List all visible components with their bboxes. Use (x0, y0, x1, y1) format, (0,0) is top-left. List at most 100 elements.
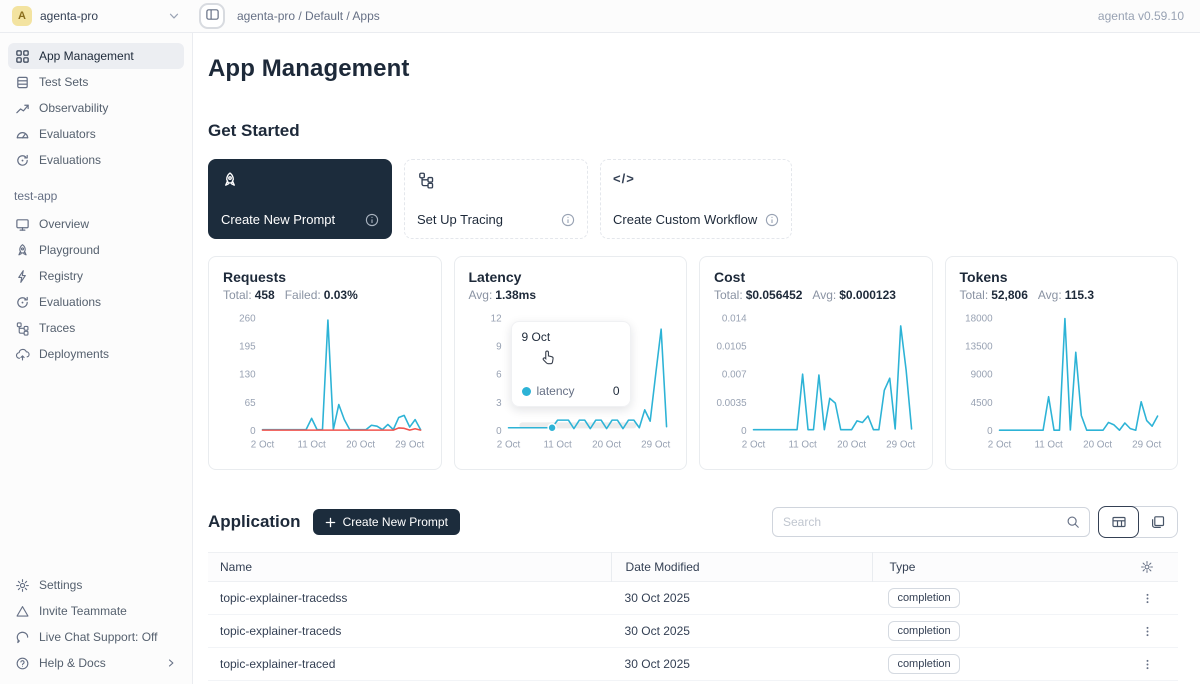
sidebar-item-evaluators[interactable]: Evaluators (8, 121, 184, 147)
tooltip-series-name: latency (537, 384, 575, 398)
tooltip-series-row: latency 0 (522, 384, 620, 398)
sidebar-item-label: Registry (39, 269, 83, 283)
sidebar-section-label: test-app (14, 189, 184, 203)
svg-text:0: 0 (496, 426, 502, 437)
sidebar-item-test-sets[interactable]: Test Sets (8, 69, 184, 95)
table-row[interactable]: topic-explainer-traceds 30 Oct 2025 comp… (208, 615, 1178, 648)
svg-text:20 Oct: 20 Oct (346, 439, 375, 450)
app-name: topic-explainer-tracedss (208, 591, 611, 605)
view-toggle (1098, 506, 1178, 538)
plus-icon (325, 517, 336, 528)
chart-stats: Total:52,806 Avg:115.3 (960, 288, 1164, 302)
svg-text:0.0035: 0.0035 (716, 398, 747, 409)
monitor-icon (15, 217, 30, 232)
get-started-cards: Create New Prompt Set Up Tracing </> Cre… (208, 159, 1178, 239)
grid-icon (15, 49, 30, 64)
tokens-chart-card: Tokens Total:52,806 Avg:115.3 0450090001… (945, 256, 1179, 470)
sidebar-item-overview[interactable]: Overview (8, 211, 184, 237)
workspace-selector[interactable]: A agenta-pro (0, 6, 193, 26)
card-view-icon (1150, 514, 1166, 530)
sidebar-item-settings[interactable]: Settings (8, 572, 184, 598)
column-header-date-modified[interactable]: Date Modified (611, 552, 873, 582)
chat-bubble-icon (15, 630, 30, 645)
gear-icon (15, 578, 30, 593)
create-custom-workflow-card[interactable]: </> Create Custom Workflow (600, 159, 792, 239)
help-circle-icon (15, 656, 30, 671)
sidebar-item-help-docs[interactable]: Help & Docs (8, 650, 184, 676)
chart-title: Requests (223, 269, 427, 285)
svg-text:29 Oct: 29 Oct (395, 439, 424, 450)
chart-title: Cost (714, 269, 918, 285)
create-new-prompt-button[interactable]: Create New Prompt (313, 509, 460, 535)
chevron-right-icon (165, 657, 177, 669)
info-icon[interactable] (365, 213, 379, 227)
set-up-tracing-card[interactable]: Set Up Tracing (404, 159, 588, 239)
svg-text:0: 0 (987, 426, 993, 437)
row-menu-button[interactable] (1139, 623, 1156, 640)
info-icon[interactable] (765, 213, 779, 227)
app-name: topic-explainer-traced (208, 657, 611, 671)
series-dot-icon (522, 387, 531, 396)
cost-chart-card: Cost Total:$0.056452 Avg:$0.000123 00.00… (699, 256, 933, 470)
application-heading: Application (208, 512, 301, 532)
kebab-icon (1141, 658, 1154, 671)
card-view-button[interactable] (1138, 507, 1177, 537)
svg-text:0: 0 (250, 426, 256, 437)
svg-text:11 Oct: 11 Oct (788, 439, 817, 450)
svg-text:20 Oct: 20 Oct (1083, 439, 1112, 450)
svg-text:2 Oct: 2 Oct (742, 439, 766, 450)
table-settings-button[interactable] (1138, 558, 1156, 576)
table-row[interactable]: topic-explainer-traced 30 Oct 2025 compl… (208, 648, 1178, 681)
test-sets-icon (15, 75, 30, 90)
page-title: App Management (208, 55, 1178, 83)
sidebar-item-app-management[interactable]: App Management (8, 43, 184, 69)
triangle-icon (15, 604, 30, 619)
cost-line-chart[interactable]: 00.00350.0070.01050.0142 Oct11 Oct20 Oct… (714, 310, 918, 463)
sidebar-collapse-button[interactable] (199, 3, 225, 29)
svg-text:29 Oct: 29 Oct (641, 439, 670, 450)
requests-line-chart[interactable]: 0651301952602 Oct11 Oct20 Oct29 Oct (223, 310, 427, 463)
type-badge: completion (888, 621, 959, 641)
table-view-button[interactable] (1098, 506, 1139, 538)
svg-text:18000: 18000 (965, 313, 993, 324)
info-icon[interactable] (561, 213, 575, 227)
sidebar-item-label: Evaluations (39, 295, 101, 309)
sidebar-item-playground[interactable]: Playground (8, 237, 184, 263)
search-input[interactable] (783, 515, 1066, 529)
column-header-name[interactable]: Name (208, 560, 611, 574)
search-icon[interactable] (1066, 515, 1080, 529)
table-row[interactable]: topic-explainer-tracedss 30 Oct 2025 com… (208, 582, 1178, 615)
tokens-line-chart[interactable]: 04500900013500180002 Oct11 Oct20 Oct29 O… (960, 310, 1164, 463)
application-section-header: Application Create New Prompt (208, 506, 1178, 538)
create-new-prompt-card[interactable]: Create New Prompt (208, 159, 392, 239)
svg-text:4500: 4500 (970, 398, 992, 409)
sidebar-item-traces[interactable]: Traces (8, 315, 184, 341)
create-button-label: Create New Prompt (343, 515, 448, 529)
svg-text:2 Oct: 2 Oct (987, 439, 1011, 450)
chart-title: Latency (469, 269, 673, 285)
app-name: topic-explainer-traceds (208, 624, 611, 638)
row-menu-button[interactable] (1139, 590, 1156, 607)
svg-text:11 Oct: 11 Oct (543, 439, 572, 450)
svg-text:9: 9 (496, 342, 502, 353)
sidebar-item-label: Observability (39, 101, 108, 115)
sidebar-item-app-evaluations[interactable]: Evaluations (8, 289, 184, 315)
svg-text:130: 130 (239, 370, 256, 381)
svg-text:12: 12 (490, 313, 501, 324)
chevron-down-icon (167, 9, 181, 23)
sidebar-item-registry[interactable]: Registry (8, 263, 184, 289)
sidebar-item-label: Deployments (39, 347, 109, 361)
sidebar-item-deployments[interactable]: Deployments (8, 341, 184, 367)
breadcrumb[interactable]: agenta-pro / Default / Apps (237, 9, 380, 23)
workspace-avatar: A (12, 6, 32, 26)
sidebar-item-observability[interactable]: Observability (8, 95, 184, 121)
row-menu-button[interactable] (1139, 656, 1156, 673)
sidebar-item-invite-teammate[interactable]: Invite Teammate (8, 598, 184, 624)
code-icon: </> (613, 171, 779, 186)
sidebar-item-evaluations[interactable]: Evaluations (8, 147, 184, 173)
svg-text:0.0105: 0.0105 (716, 342, 747, 353)
column-header-type[interactable]: Type (872, 552, 1090, 582)
kebab-icon (1141, 592, 1154, 605)
svg-text:195: 195 (239, 342, 256, 353)
sidebar-item-live-chat[interactable]: Live Chat Support: Off (8, 624, 184, 650)
